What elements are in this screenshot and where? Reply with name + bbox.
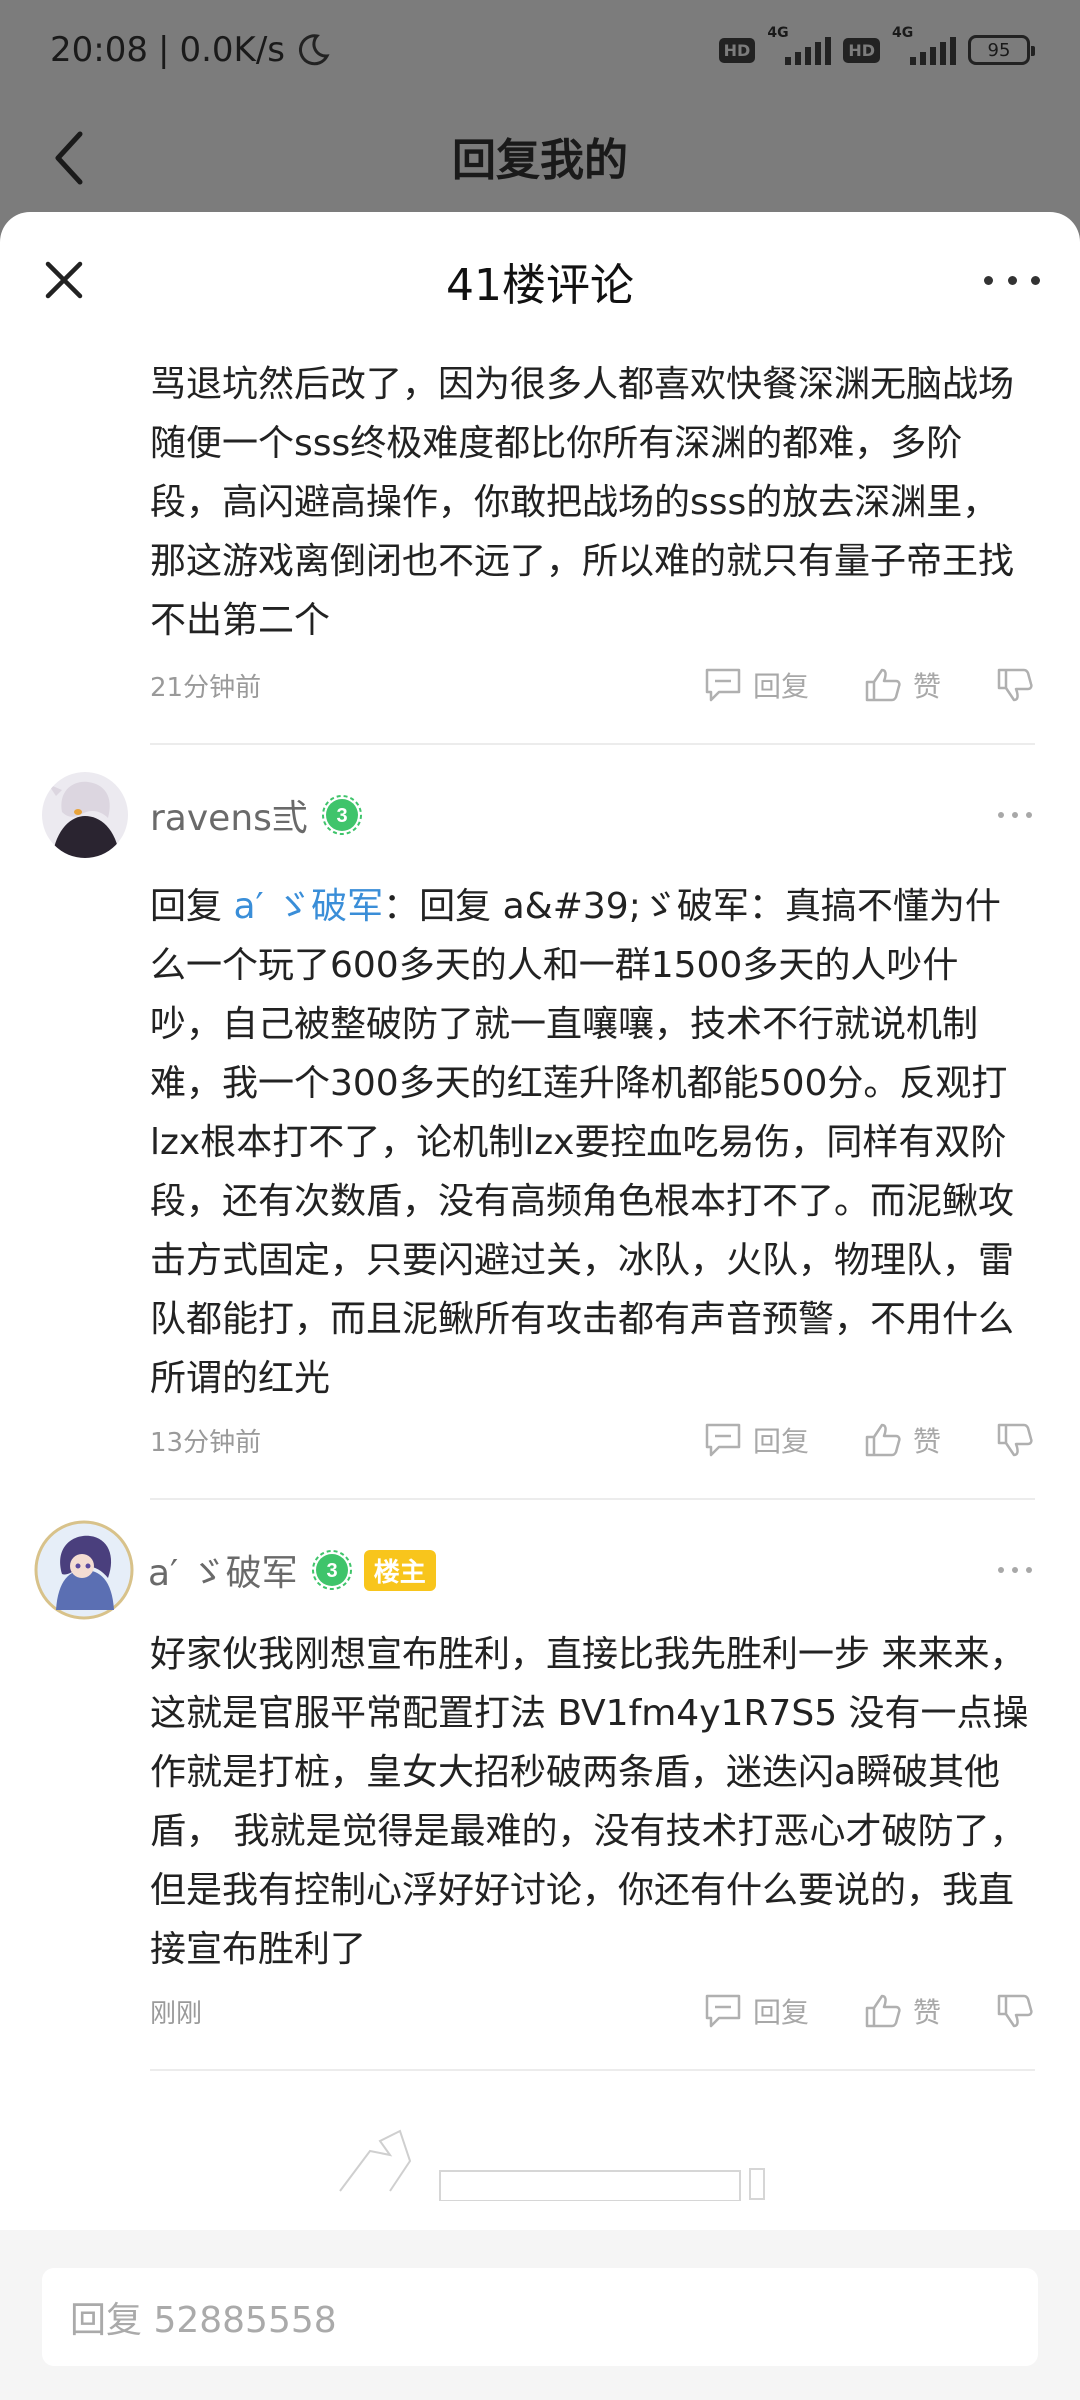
comment-sheet: 41楼评论 骂退坑然后改了，因为很多人都喜欢快餐深渊无脑战场随便一个sss终极难… [0,212,1080,2400]
page-title: 回复我的 [452,135,628,186]
comment-actions: 13分钟前 回复 赞 [150,1410,1035,1470]
divider [150,2069,1035,2071]
clock: 20:08 [50,30,148,70]
battery-icon: 95 [968,35,1035,65]
like-button[interactable]: 赞 [863,1420,941,1460]
moon-icon [298,34,330,66]
comment-actions: 刚刚 回复 赞 [150,1981,1035,2041]
thumbs-down-icon [997,1423,1033,1457]
comment-more-icon[interactable] [998,812,1032,818]
level-badge-icon: 3 [311,1550,352,1590]
reply-bar: 回复 52885558 [0,2230,1080,2400]
username[interactable]: ravens弎 [150,789,308,841]
comment-more-icon[interactable] [998,1567,1032,1573]
comment-text: 好家伙我刚想宣布胜利，直接比我先胜利一步 来来来，这就是官服平常配置打法 BV1… [150,1634,1029,1970]
hd-icon-2: HD [843,37,880,63]
dislike-button[interactable] [995,666,1035,704]
end-illustration-icon [339,2129,765,2202]
network-speed: 0.0K/s [179,30,285,70]
level-badge-icon: 3 [321,795,362,835]
hd-icon: HD [718,37,756,63]
thumbs-up-icon [865,1423,901,1457]
sheet-title: 41楼评论 [446,260,634,311]
reply-icon [705,668,741,702]
signal-icon-2: 4G [892,25,956,65]
comment-text: 回复 a′ ゞ破军：回复 a&#39;ゞ破军：真搞不懂为什么一个玩了600多天的… [150,886,1015,1399]
comment-time: 13分钟前 [150,1427,262,1458]
comment-header: ravens弎 3 [0,765,1080,865]
avatar[interactable] [42,772,128,858]
avatar[interactable] [34,1520,134,1620]
page-header: 回复我的 [0,100,1080,212]
comment-header: a′ ゞ破军 3 楼主 [0,1520,1080,1620]
status-right: HD 4G HD 4G 95 [718,25,1035,65]
thumbs-down-icon [997,668,1033,702]
reply-input[interactable]: 回复 52885558 [42,2268,1038,2366]
like-button[interactable]: 赞 [863,665,941,705]
back-arrow-icon[interactable] [46,128,96,188]
comment-actions: 21分钟前 回复 赞 [150,655,1035,715]
svg-text:3: 3 [336,805,347,827]
thumbs-down-icon [997,1994,1033,2028]
reply-icon [705,1994,741,2028]
more-options-icon[interactable] [984,268,1040,292]
like-button[interactable]: 赞 [863,1991,941,2031]
thumbs-up-icon [865,668,901,702]
signal-icon: 4G [767,25,832,65]
svg-text:3: 3 [326,1560,337,1582]
username[interactable]: a′ ゞ破军 [148,1544,298,1596]
dislike-button[interactable] [995,1421,1035,1459]
comment-time: 刚刚 [150,1998,203,2029]
status-bar: 20:08 | 0.0K/s HD 4G HD 4G 95 [0,0,1080,100]
reply-button[interactable]: 回复 [703,1420,809,1460]
status-left: 20:08 | 0.0K/s [50,30,331,70]
comment-time: 21分钟前 [150,672,262,703]
sheet-header: 41楼评论 [0,212,1080,350]
reply-button[interactable]: 回复 [703,1991,809,2031]
comment-text: 骂退坑然后改了，因为很多人都喜欢快餐深渊无脑战场随便一个sss终极难度都比你所有… [150,364,1015,641]
mention-link[interactable]: a′ ゞ破军 [233,886,383,927]
dislike-button[interactable] [995,1992,1035,2030]
owner-badge: 楼主 [363,1549,436,1591]
comment-list[interactable]: 骂退坑然后改了，因为很多人都喜欢快餐深渊无脑战场随便一个sss终极难度都比你所有… [0,350,1080,2230]
reply-button[interactable]: 回复 [703,665,809,705]
thumbs-up-icon [865,1994,901,2028]
close-icon[interactable] [40,256,88,304]
reply-icon [705,1423,741,1457]
